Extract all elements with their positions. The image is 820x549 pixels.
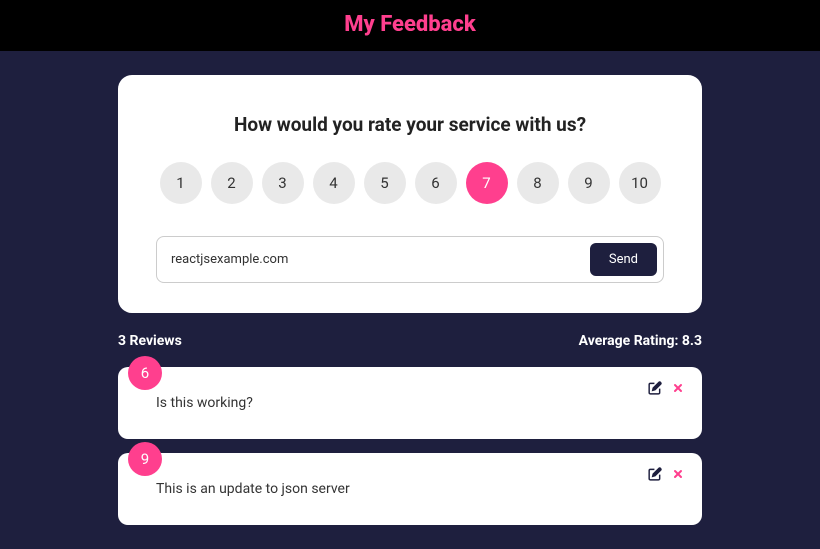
rating-9-button[interactable]: 9 — [568, 162, 610, 204]
header: My Feedback — [0, 0, 820, 51]
stats-row: 3 Reviews Average Rating: 8.3 — [118, 333, 702, 349]
close-icon — [672, 382, 684, 398]
review-card: 9 This is an update to json server — [118, 453, 702, 525]
average-rating: Average Rating: 8.3 — [579, 333, 702, 349]
review-rating-badge: 9 — [128, 442, 162, 476]
feedback-form-card: How would you rate your service with us?… — [118, 75, 702, 313]
review-input[interactable] — [171, 252, 590, 267]
rating-10-button[interactable]: 10 — [619, 162, 661, 204]
send-button[interactable]: Send — [590, 243, 657, 276]
delete-button[interactable] — [670, 465, 686, 487]
rating-1-button[interactable]: 1 — [160, 162, 202, 204]
rating-8-button[interactable]: 8 — [517, 162, 559, 204]
rating-5-button[interactable]: 5 — [364, 162, 406, 204]
edit-button[interactable] — [646, 379, 664, 401]
rating-2-button[interactable]: 2 — [211, 162, 253, 204]
app-title: My Feedback — [0, 12, 820, 37]
rating-7-button[interactable]: 7 — [466, 162, 508, 204]
rating-group: 1 2 3 4 5 6 7 8 9 10 — [156, 162, 664, 204]
rating-6-button[interactable]: 6 — [415, 162, 457, 204]
review-text: This is an update to json server — [156, 481, 664, 497]
edit-icon — [648, 381, 662, 399]
rating-question: How would you rate your service with us? — [156, 113, 664, 136]
close-icon — [672, 468, 684, 484]
edit-button[interactable] — [646, 465, 664, 487]
review-rating-badge: 6 — [128, 356, 162, 390]
input-row: Send — [156, 236, 664, 283]
review-card: 6 Is this working? — [118, 367, 702, 439]
edit-icon — [648, 467, 662, 485]
review-text: Is this working? — [156, 395, 664, 411]
rating-4-button[interactable]: 4 — [313, 162, 355, 204]
delete-button[interactable] — [670, 379, 686, 401]
rating-3-button[interactable]: 3 — [262, 162, 304, 204]
reviews-count: 3 Reviews — [118, 333, 182, 349]
